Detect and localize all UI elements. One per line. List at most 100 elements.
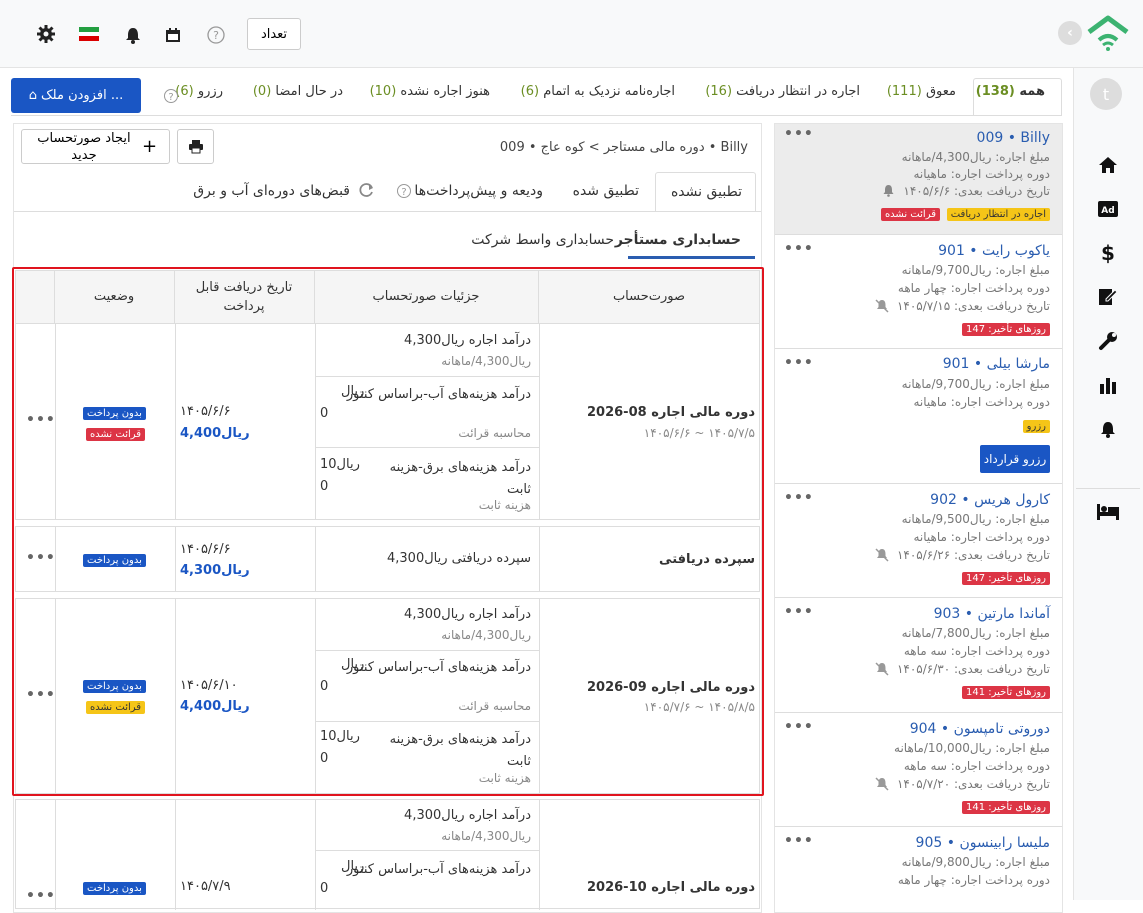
- unit-period: دوره پرداخت اجاره: ماهیانه: [913, 167, 1051, 181]
- unit-period: دوره پرداخت اجاره: چهار ماهه: [897, 873, 1050, 887]
- unit-next-date: تاریخ دریافت بعدی: ۱۴۰۵/۷/۲۰: [896, 777, 1050, 791]
- status-badge: بدون پرداخت: [83, 554, 146, 567]
- iran-flag-icon[interactable]: [79, 27, 99, 41]
- collapse-sidebar-button[interactable]: ‹: [1058, 21, 1082, 45]
- bell-icon[interactable]: [124, 26, 142, 44]
- tab-not-rented[interactable]: هنوز اجاره نشده (10): [370, 84, 490, 99]
- print-button[interactable]: [177, 129, 214, 164]
- tab-matched[interactable]: تطبیق شده: [573, 183, 639, 199]
- detail-water-sub: محاسبه قرائت: [458, 699, 531, 713]
- row-menu-button[interactable]: •••: [26, 412, 56, 428]
- unit-menu-button[interactable]: •••: [784, 126, 814, 142]
- unit-rent: مبلغ اجاره: ریال9,500/ماهانه: [901, 512, 1050, 526]
- unit-title[interactable]: 901 • مارشا بیلی: [943, 356, 1050, 372]
- status-badge: قرائت نشده: [86, 428, 146, 441]
- notification-bell-icon[interactable]: [1093, 416, 1123, 442]
- due-amount: ریال4,400: [180, 426, 250, 441]
- svg-text:?: ?: [213, 29, 219, 42]
- invoice-title: 2026-08 دوره مالی اجاره: [587, 405, 755, 420]
- list-item[interactable]: 902 • کارول هریس مبلغ اجاره: ریال9,500/م…: [775, 484, 1062, 598]
- unit-rent: مبلغ اجاره: ریال10,000/ماهانه: [894, 741, 1050, 755]
- unit-rent: مبلغ اجاره: ریال4,300/ماهانه: [901, 150, 1050, 164]
- due-date: ۱۴۰۵/۶/۶: [180, 404, 231, 419]
- row-menu-button[interactable]: •••: [26, 888, 56, 904]
- row-menu-button[interactable]: •••: [26, 550, 56, 566]
- status-badge: روزهای تأخیر: 141: [961, 801, 1050, 814]
- tab-signing[interactable]: در حال امضا (0): [253, 84, 343, 99]
- detail-water-currency: ریال: [341, 657, 365, 672]
- wrench-icon[interactable]: [1093, 328, 1123, 354]
- ad-icon[interactable]: Ad: [1093, 196, 1123, 222]
- tab-company-accounting[interactable]: حسابداری واسط شرکت: [471, 232, 614, 248]
- status-badge: بدون پرداخت: [83, 407, 146, 420]
- detail-rent: درآمد اجاره ریال4,300: [404, 607, 531, 622]
- new-invoice-button[interactable]: ایجاد صورتحساب جدید +: [21, 129, 170, 164]
- unit-menu-button[interactable]: •••: [784, 833, 814, 849]
- home-icon[interactable]: [1093, 152, 1123, 178]
- signature-icon[interactable]: [1093, 284, 1123, 310]
- row-menu-button[interactable]: •••: [26, 687, 56, 703]
- avatar[interactable]: t: [1090, 78, 1122, 110]
- unit-next-date: تاریخ دریافت بعدی: ۱۴۰۵/۶/۶: [903, 184, 1050, 198]
- reserve-help-icon[interactable]: ?: [163, 88, 179, 104]
- unit-title[interactable]: 009 • Billy: [977, 130, 1050, 146]
- refresh-icon[interactable]: [359, 182, 375, 198]
- tab-unmatched-label: تطبیق نشده: [670, 184, 742, 200]
- unit-title[interactable]: 904 • دوروتی تامپسون: [910, 721, 1050, 737]
- nav-divider: [1076, 488, 1140, 489]
- add-property-button[interactable]: ⌂ افزودن ملک ...: [11, 78, 141, 113]
- list-item[interactable]: 009 • Billy مبلغ اجاره: ریال4,300/ماهانه…: [775, 124, 1062, 235]
- detail-electricity-amount: ریال10: [320, 457, 360, 472]
- list-item[interactable]: 901 • یاکوب رایت مبلغ اجاره: ریال9,700/م…: [775, 235, 1062, 349]
- tab-overdue[interactable]: معوق (111): [887, 84, 956, 99]
- help-icon[interactable]: ?: [206, 25, 226, 45]
- tab-tenant-accounting[interactable]: حسابداری مستأجر: [615, 232, 741, 248]
- tab-reserve[interactable]: رزرو (6): [175, 84, 223, 99]
- detail-rent: درآمد اجاره ریال4,300: [404, 808, 531, 823]
- tab-lease-ending[interactable]: اجاره‌نامه نزدیک به اتمام (6): [521, 84, 675, 99]
- unit-period: دوره پرداخت اجاره: ماهیانه: [913, 395, 1051, 409]
- count-button[interactable]: تعداد: [247, 18, 301, 50]
- svg-text:Ad: Ad: [1101, 206, 1114, 216]
- dollar-icon[interactable]: $: [1093, 240, 1123, 266]
- detail-deposit: سپرده دریافتی ریال4,300: [387, 551, 531, 566]
- unit-rent: مبلغ اجاره: ریال9,800/ماهانه: [901, 855, 1050, 869]
- bell-off-icon: [875, 777, 889, 791]
- unit-menu-button[interactable]: •••: [784, 490, 814, 506]
- tab-deposits[interactable]: ودیعه و پیش‌پرداخت‌ها: [414, 183, 543, 199]
- unit-title[interactable]: 903 • آماندا مارتین: [934, 606, 1050, 622]
- unit-title[interactable]: 905 • ملیسا رابینسون: [916, 835, 1050, 851]
- bed-icon[interactable]: [1093, 498, 1123, 524]
- tab-awaiting-rent[interactable]: اجاره در انتظار دریافت (16): [705, 84, 860, 99]
- unit-next-date: تاریخ دریافت بعدی: ۱۴۰۵/۶/۳۰: [896, 662, 1050, 676]
- calendar-icon[interactable]: [165, 27, 181, 43]
- unit-next-date: تاریخ دریافت بعدی: ۱۴۰۵/۶/۲۶: [896, 548, 1050, 562]
- bell-icon: [883, 185, 894, 197]
- detail-electricity-amount: ریال10: [320, 729, 360, 744]
- unit-menu-button[interactable]: •••: [784, 241, 814, 257]
- detail-water-currency: ریال: [341, 859, 365, 874]
- right-nav: [1073, 68, 1143, 900]
- unit-title[interactable]: 902 • کارول هریس: [930, 492, 1050, 508]
- settings-icon[interactable]: [37, 25, 55, 43]
- unit-title[interactable]: 901 • یاکوب رایت: [938, 243, 1050, 259]
- unit-menu-button[interactable]: •••: [784, 355, 814, 371]
- deposits-help-icon[interactable]: ?: [396, 183, 412, 199]
- detail-electricity-sub: هزینه ثابت: [478, 498, 531, 512]
- bar-chart-icon[interactable]: [1093, 372, 1123, 398]
- detail-electricity: درآمد هزینه‌های برق-هزینه ثابت: [389, 732, 531, 769]
- detail-rent: درآمد اجاره ریال4,300: [404, 333, 531, 348]
- invoice-period: ۱۴۰۵/۶/۶ ~ ۱۴۰۵/۷/۵: [643, 426, 755, 440]
- unit-menu-button[interactable]: •••: [784, 719, 814, 735]
- plus-icon: +: [141, 136, 158, 157]
- list-item[interactable]: 901 • مارشا بیلی مبلغ اجاره: ریال9,700/م…: [775, 349, 1062, 484]
- unit-menu-button[interactable]: •••: [784, 604, 814, 620]
- bell-off-icon: [875, 662, 889, 676]
- reserve-contract-button[interactable]: رزرو قرارداد: [980, 445, 1050, 473]
- list-item[interactable]: 905 • ملیسا رابینسون مبلغ اجاره: ریال9,8…: [775, 827, 1062, 907]
- tab-utility-bills[interactable]: قبض‌های دوره‌ای آب و برق: [193, 183, 350, 199]
- status-badge: رزرو: [1022, 420, 1050, 433]
- list-item[interactable]: 903 • آماندا مارتین مبلغ اجاره: ریال7,80…: [775, 598, 1062, 713]
- svg-text:?: ?: [168, 92, 173, 103]
- list-item[interactable]: 904 • دوروتی تامپسون مبلغ اجاره: ریال10,…: [775, 713, 1062, 827]
